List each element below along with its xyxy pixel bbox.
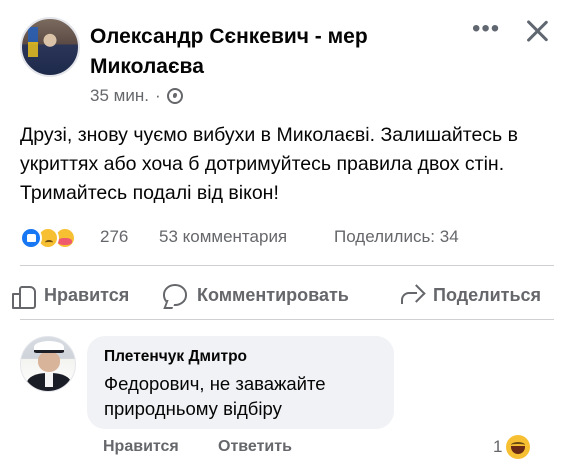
like-reaction-icon: [20, 227, 42, 249]
globe-icon[interactable]: [166, 88, 183, 104]
comment-bubble: Плетенчук Дмитро Федорович, не заважайте…: [87, 336, 394, 429]
comment-reaction-count: 1: [493, 437, 503, 456]
post-text: Друзі, знову чуємо вибухи в Миколаєві. З…: [20, 124, 518, 204]
haha-icon: [506, 435, 531, 459]
post-header: Олександр Сєнкевич - мер Миколаєва 35 ми…: [0, 0, 570, 110]
comment-button-label: Комментировать: [197, 284, 349, 305]
reaction-icons[interactable]: [20, 226, 90, 250]
meta-separator: ·: [154, 86, 161, 105]
comment-text: Федорович, не заважайте природньому відб…: [104, 373, 326, 419]
author-avatar[interactable]: [20, 17, 80, 77]
share-button[interactable]: Поделиться: [399, 278, 541, 312]
thumbs-up-icon: [12, 284, 36, 309]
reactions-summary: 276 53 комментария Поделились: 34: [20, 226, 560, 250]
commenter-avatar[interactable]: [20, 336, 76, 392]
like-button-label: Нравится: [44, 284, 130, 305]
close-icon[interactable]: [520, 14, 554, 48]
comment-button[interactable]: Комментировать: [163, 278, 349, 312]
reaction-count[interactable]: 276: [100, 227, 128, 247]
comments-count[interactable]: 53 комментария: [159, 227, 287, 247]
comment-author[interactable]: Плетенчук Дмитро: [104, 348, 247, 366]
shares-count[interactable]: Поделились: 34: [334, 227, 459, 247]
comment-reaction[interactable]: 1: [493, 434, 531, 460]
divider: [20, 319, 554, 320]
post-actions: Нравится Комментировать Поделиться: [0, 278, 570, 312]
like-button[interactable]: Нравится: [12, 278, 129, 312]
share-arrow-icon: [399, 284, 423, 306]
post-time[interactable]: 35 мин.: [90, 86, 149, 106]
divider: [20, 265, 554, 266]
speech-bubble-icon: [163, 284, 187, 306]
comment-like-link[interactable]: Нравится: [103, 438, 179, 456]
share-button-label: Поделиться: [433, 284, 542, 305]
more-options-icon[interactable]: •••: [472, 17, 500, 41]
post-meta: 35 мин. ·: [90, 86, 183, 106]
author-name[interactable]: Олександр Сєнкевич - мер Миколаєва: [90, 22, 420, 82]
comment-reply-link[interactable]: Ответить: [218, 438, 292, 456]
